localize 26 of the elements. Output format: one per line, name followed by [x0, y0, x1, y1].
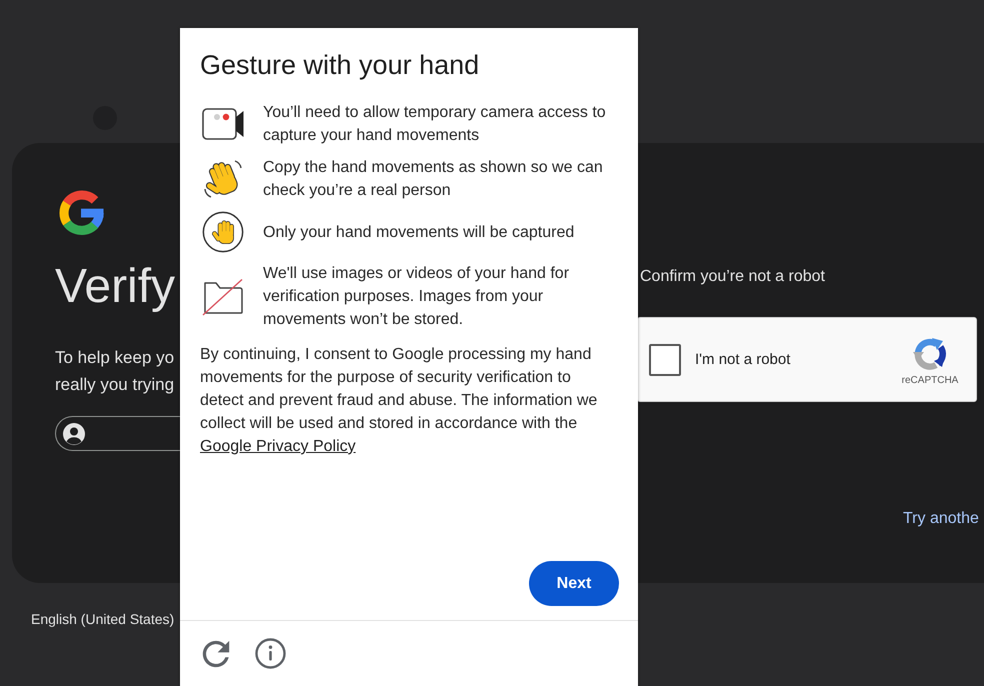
language-selector[interactable]: English (United States) — [31, 610, 174, 628]
avatar-icon — [62, 422, 86, 446]
camera-icon — [202, 108, 244, 140]
logo-icon — [58, 190, 104, 236]
page-heading: Verify — [55, 259, 176, 314]
item-text: Copy the hand movements as shown so we can check you’re a real person — [263, 158, 604, 201]
folder-slash-icon — [201, 278, 245, 316]
raised-hand-icon — [202, 211, 244, 253]
item-text: We'll use images or videos of your hand for verification purposes. Images from your movements won’t be stored. — [263, 264, 570, 330]
captcha-prompt: Confirm you’re not a robot — [640, 267, 825, 287]
dialog-title: Gesture with your hand — [200, 49, 480, 81]
privacy-policy-link[interactable]: Google Privacy Policy — [200, 438, 356, 455]
item-text: Only your hand movements will be captured — [263, 222, 576, 242]
account-chip[interactable] — [55, 416, 180, 451]
consent-text: By continuing, I consent to Google processing my hand movements for the purpose of security verification to detect and prevent fraud and abuse. The information we collect will be used and stored in accordance with the Google Privacy Policy — [200, 345, 598, 457]
logo-icon — [912, 336, 948, 372]
try-another-link[interactable]: Try anothe — [903, 508, 979, 530]
info-icon[interactable] — [255, 638, 286, 669]
checkbox-label: I'm not a robot — [695, 351, 790, 368]
reload-icon[interactable] — [202, 640, 230, 668]
waving-hand-icon — [202, 159, 244, 199]
description-text: To help keep yo really you trying — [55, 347, 174, 396]
brand-text: reCAPTCHA — [902, 374, 958, 387]
next-button[interactable]: Next — [529, 561, 619, 606]
item-text: You’ll need to allow temporary camera access to capture your hand movements — [263, 103, 607, 146]
checkbox[interactable] — [649, 344, 681, 376]
